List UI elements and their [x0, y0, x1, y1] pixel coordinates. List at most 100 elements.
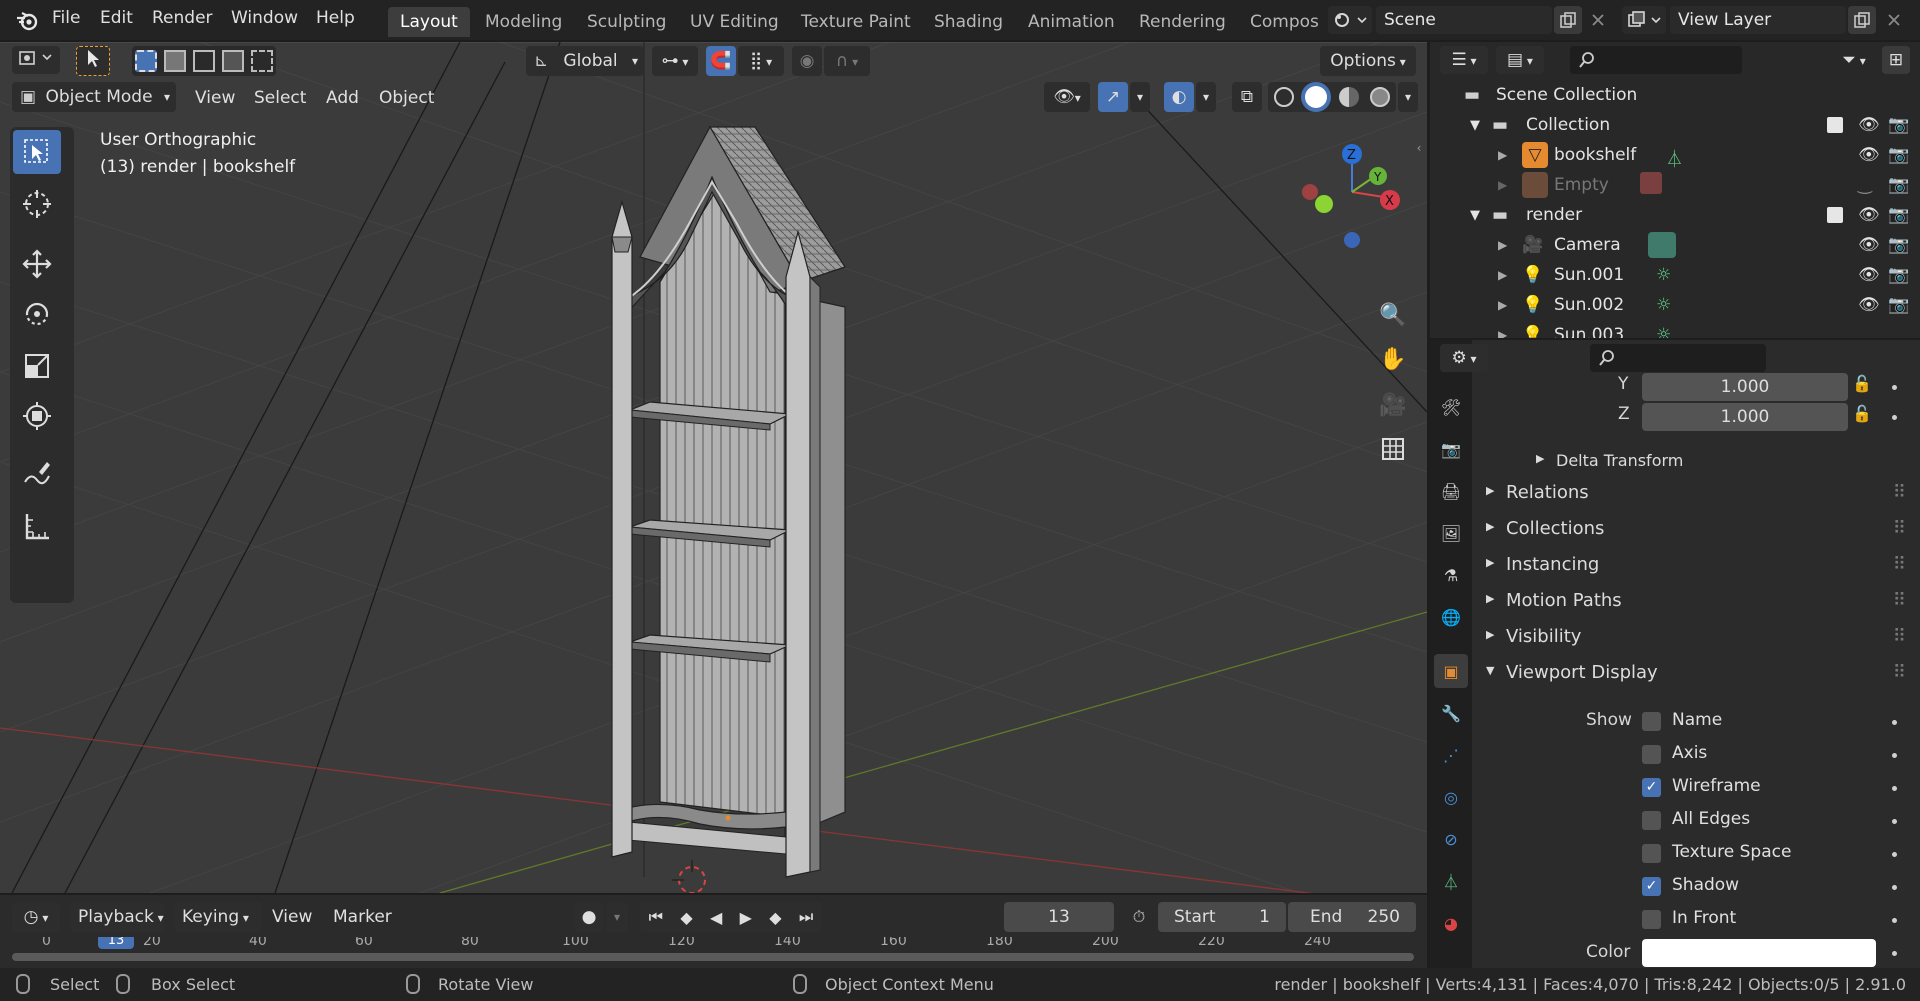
keyframe-dot-icon[interactable] [1892, 918, 1897, 923]
jump-end-icon[interactable]: ⏭ [799, 907, 813, 927]
zoom-icon[interactable]: 🔍 [1376, 298, 1410, 332]
transform-tool[interactable] [13, 394, 61, 438]
menu-edit[interactable]: Edit [100, 8, 133, 28]
select-box-tool[interactable] [13, 130, 61, 174]
expand-arrow-icon[interactable]: ▶ [1498, 178, 1507, 192]
color-swatch[interactable] [1642, 939, 1876, 967]
drag-handle-icon[interactable]: ⠿ [1893, 482, 1906, 503]
menu-render[interactable]: Render [152, 8, 213, 28]
record-options-dropdown[interactable]: ▾ [606, 902, 628, 932]
tab-data[interactable]: ⏃ [1434, 864, 1468, 898]
timeline-scrollbar[interactable] [12, 953, 1414, 961]
new-collection-button[interactable]: ⊞ [1882, 46, 1910, 74]
render-camera-icon[interactable]: 📷 [1888, 295, 1909, 315]
panel-relations[interactable]: ▶ Relations ⠿ [1474, 476, 1920, 510]
timeline-menu-view[interactable]: View [272, 907, 312, 927]
annotate-tool[interactable] [13, 452, 61, 496]
in-front-checkbox[interactable] [1642, 910, 1661, 929]
scene-selector-icon[interactable] [1328, 6, 1372, 34]
play-icon[interactable]: ▶ [740, 908, 752, 927]
drag-handle-icon[interactable]: ⠿ [1893, 518, 1906, 539]
overlay-dropdown[interactable]: ▾ [1196, 82, 1216, 112]
tab-compositing[interactable]: Compos [1238, 7, 1318, 37]
drag-handle-icon[interactable]: ⠿ [1893, 626, 1906, 647]
outliner-row-sun-002[interactable]: ▶ 💡 Sun.002 ☼ 👁 📷 [1430, 290, 1920, 320]
subtract-selection-icon[interactable] [192, 50, 215, 72]
falloff-dropdown[interactable]: ∩ ▾ [824, 46, 870, 76]
mode-dropdown[interactable]: ▣ Object Mode ▾ [12, 82, 176, 112]
panel-motion-paths[interactable]: ▶ Motion Paths ⠿ [1474, 584, 1920, 618]
menu-window[interactable]: Window [231, 8, 298, 28]
render-camera-icon[interactable]: 📷 [1888, 205, 1909, 225]
editor-type-button[interactable] [12, 46, 60, 74]
panel-visibility[interactable]: ▶ Visibility ⠿ [1474, 620, 1920, 654]
drag-handle-icon[interactable]: ⠿ [1893, 554, 1906, 575]
eye-icon[interactable]: 👁 [1858, 265, 1880, 285]
eye-icon[interactable]: 👁 [1858, 235, 1880, 255]
scale-z-field[interactable]: 1.000 [1642, 403, 1848, 431]
eye-icon[interactable]: 👁 [1858, 205, 1880, 225]
lock-icon[interactable]: 🔓 [1852, 404, 1872, 423]
tab-shading[interactable]: Shading [922, 7, 1015, 37]
keyframe-dot-icon[interactable] [1892, 786, 1897, 791]
current-frame-field[interactable]: 13 [1004, 902, 1114, 932]
xray-toggle-button[interactable]: ⧉ [1232, 82, 1262, 112]
view-layer-field[interactable]: View Layer [1670, 6, 1846, 34]
pivot-point-dropdown[interactable]: ⊶ ▾ [652, 46, 698, 76]
visibility-dropdown[interactable]: 👁▾ [1044, 82, 1090, 112]
jump-keyframe-forward-icon[interactable]: ◆ [769, 908, 781, 927]
tab-texture-paint[interactable]: Texture Paint [789, 7, 923, 37]
wireframe-shading-icon[interactable] [1273, 87, 1294, 107]
filter-dropdown[interactable]: ⏷ ▾ [1830, 46, 1878, 74]
scale-tool[interactable] [13, 344, 61, 388]
blender-logo-icon[interactable] [14, 8, 40, 34]
stopwatch-icon[interactable]: ⏱ [1124, 902, 1154, 932]
camera-view-icon[interactable]: 🎥 [1376, 388, 1410, 422]
timeline-menu-marker[interactable]: Marker [333, 907, 392, 927]
tab-particles[interactable]: ⋰ [1434, 738, 1468, 772]
checkbox-checked-icon[interactable] [1827, 117, 1843, 133]
play-reverse-icon[interactable]: ◀ [710, 908, 722, 927]
keyframe-dot-icon[interactable] [1892, 951, 1897, 956]
material-shading-icon[interactable] [1338, 87, 1359, 107]
sidebar-toggle-icon[interactable]: ‹ [1412, 138, 1426, 158]
cursor-tool[interactable] [13, 182, 61, 226]
scene-name-field[interactable]: Scene [1376, 6, 1552, 34]
outliner-row-camera[interactable]: ▶ 🎥 Camera 👁 📷 [1430, 230, 1920, 260]
proportional-editing-button[interactable]: ◉ [792, 46, 822, 76]
rendered-shading-icon[interactable] [1370, 87, 1391, 107]
remove-scene-icon[interactable] [1584, 6, 1612, 34]
render-camera-icon[interactable]: 📷 [1888, 265, 1909, 285]
tab-modifiers[interactable]: 🔧 [1434, 696, 1468, 730]
intersect-selection-icon[interactable] [250, 50, 273, 72]
tab-uv-editing[interactable]: UV Editing [678, 7, 791, 37]
expand-arrow-icon[interactable]: ▶ [1498, 328, 1507, 338]
properties-search-input[interactable] [1590, 344, 1766, 372]
view-layer-selector-icon[interactable] [1622, 6, 1666, 34]
outliner-row-sun-001[interactable]: ▶ 💡 Sun.001 ☼ 👁 📷 [1430, 260, 1920, 290]
expand-arrow-icon[interactable]: ▼ [1470, 118, 1480, 133]
pan-hand-icon[interactable]: ✋ [1376, 342, 1410, 376]
expand-arrow-icon[interactable]: ▶ [1498, 148, 1507, 162]
expand-arrow-icon[interactable]: ▶ [1498, 238, 1507, 252]
expand-arrow-icon[interactable]: ▼ [1470, 208, 1480, 223]
properties-editor-type-button[interactable]: ⚙ ▾ [1440, 344, 1488, 372]
viewport-menu-view[interactable]: View [195, 88, 235, 108]
keyframe-dot-icon[interactable] [1892, 753, 1897, 758]
panel-instancing[interactable]: ▶ Instancing ⠿ [1474, 548, 1920, 582]
render-camera-icon[interactable]: 📷 [1888, 175, 1909, 195]
tab-modeling[interactable]: Modeling [473, 7, 574, 37]
scale-y-field[interactable]: 1.000 [1642, 373, 1848, 401]
outliner-search-input[interactable] [1570, 46, 1742, 74]
eye-icon[interactable]: 👁 [1858, 115, 1880, 135]
menu-file[interactable]: File [52, 8, 80, 28]
navigation-gizmo[interactable]: Z X Y [1290, 132, 1410, 292]
invert-selection-icon[interactable] [221, 50, 244, 72]
outliner-row-collection[interactable]: ▼ ▬ Collection 👁 📷 [1430, 110, 1920, 140]
tab-sculpting[interactable]: Sculpting [575, 7, 678, 37]
solid-shading-icon[interactable] [1305, 86, 1328, 108]
set-selection-icon[interactable] [135, 50, 158, 72]
outliner-row-sun-003[interactable]: ▶ 💡 Sun.003 ☼ [1430, 320, 1920, 338]
viewport-menu-select[interactable]: Select [254, 88, 306, 108]
keyframe-dot-icon[interactable] [1892, 415, 1897, 420]
